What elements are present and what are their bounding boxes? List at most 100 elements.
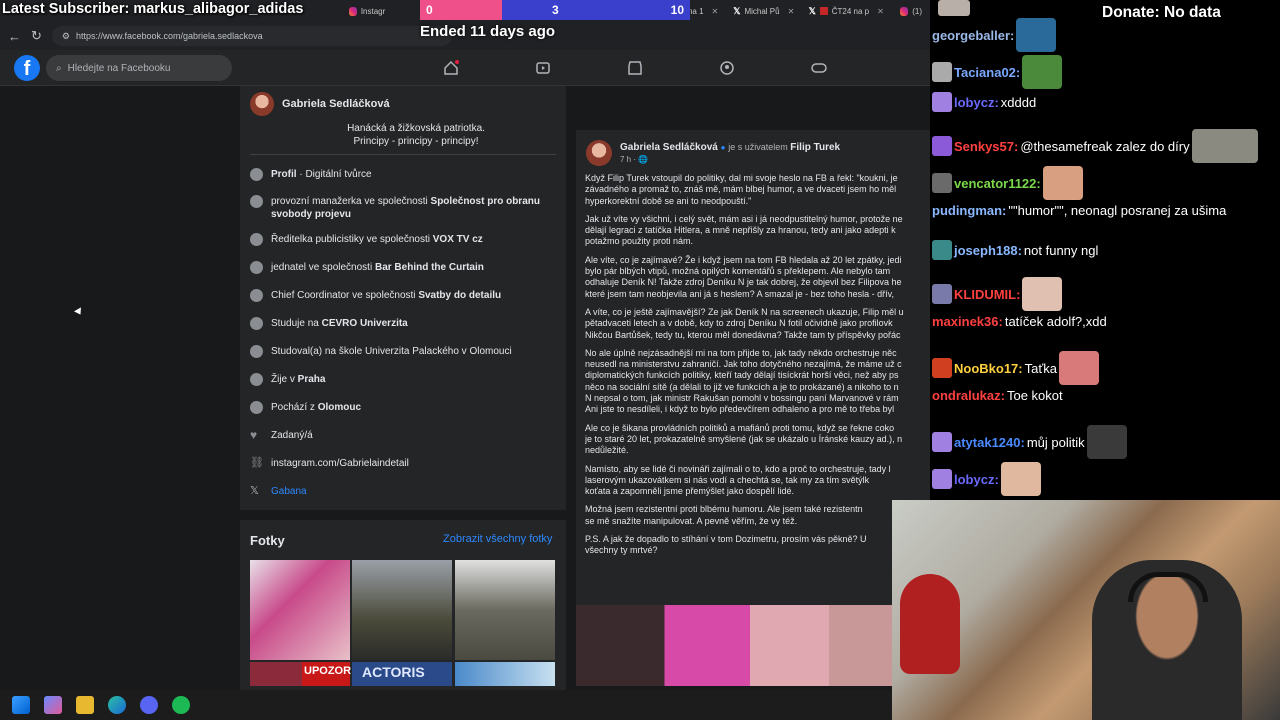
avatar[interactable] xyxy=(250,92,274,116)
browser-tab[interactable]: Instagr xyxy=(341,0,393,22)
chat-emote xyxy=(1058,351,1099,385)
post-line: Ale co je šikana provládních politiků a … xyxy=(585,422,895,433)
post-line: N nepsal o tom, jak ministr Rakušan pomo… xyxy=(585,393,899,404)
chat-username[interactable]: ondralukaz: xyxy=(932,388,1005,403)
intro-bold[interactable]: CEVRO Univerzita xyxy=(322,318,408,329)
post-line: A víte, co je ještě zajímavější? Ze jak … xyxy=(585,306,904,317)
chat-text: můj politik xyxy=(1026,434,1085,450)
search-placeholder: Hledejte na Facebooku xyxy=(67,62,171,74)
photo-thumbnail[interactable] xyxy=(455,662,555,686)
photo-thumbnail[interactable] xyxy=(455,560,555,660)
instagram-icon xyxy=(899,6,909,16)
post-paragraph: A víte, co je ještě zajímavější? Ze jak … xyxy=(585,307,930,341)
post-paragraph: Ale co je šikana provládních politiků a … xyxy=(585,423,930,457)
intro-item-text: instagram.com/Gabrielaindetail xyxy=(271,457,409,470)
post-time[interactable]: 7 h · 🌐 xyxy=(620,155,840,164)
post-line: Nikčou Bartůšek, tedy tu, kterou měl don… xyxy=(585,329,901,340)
intro-bold[interactable]: Svatby do detailu xyxy=(418,290,501,301)
close-icon[interactable]: ✕ xyxy=(877,7,884,16)
chat-message: maxinek36: tatíček adolf?,xdd xyxy=(932,314,1107,329)
edge-icon[interactable] xyxy=(108,696,126,714)
photo-thumbnail[interactable] xyxy=(250,560,350,660)
browser-tab[interactable]: 𝕏 ČT24 na p ✕ xyxy=(801,0,892,22)
chat-username[interactable]: atytak1240: xyxy=(954,435,1025,450)
intro-bold[interactable]: VOX TV cz xyxy=(433,234,483,245)
vote-count-c: 10 xyxy=(670,3,684,17)
intro-text: Univerzita Palackého v Olomouci xyxy=(364,346,512,357)
photo-thumbnail[interactable]: ACTORIS xyxy=(352,662,452,686)
chat-username[interactable]: pudingman: xyxy=(932,203,1006,218)
intro-item[interactable]: 𝕏 Gabana xyxy=(250,485,550,498)
chat-message: lobycz: xdddd xyxy=(932,92,1036,112)
work-icon xyxy=(250,289,263,302)
chat-username[interactable]: NooBko17: xyxy=(954,361,1023,376)
intro-item[interactable]: ⛓ instagram.com/Gabrielaindetail xyxy=(250,457,550,470)
gaming-icon[interactable] xyxy=(809,58,829,78)
intro-item-text: Studoval(a) na škole Univerzita Palackéh… xyxy=(271,345,512,358)
profile-name[interactable]: Gabriela Sedláčková xyxy=(282,98,390,110)
chat-username[interactable]: vencator1122: xyxy=(954,176,1041,191)
chat-username[interactable]: Senkys57: xyxy=(954,139,1018,154)
chat-username[interactable]: Taciana02: xyxy=(954,65,1020,80)
work-icon xyxy=(250,195,263,208)
chat-username[interactable]: lobycz: xyxy=(954,95,999,110)
intro-bold[interactable]: Praha xyxy=(298,374,326,385)
close-icon[interactable]: ✕ xyxy=(788,7,795,16)
intro-item: Pochází z Olomouc xyxy=(250,401,550,414)
intro-text: Gabana xyxy=(271,486,307,497)
browser-tab[interactable]: 𝕏 Michal Pů ✕ xyxy=(725,0,800,22)
work-icon xyxy=(250,261,263,274)
chat-message: KLIDUMIL: xyxy=(932,277,1063,311)
see-all-photos-link[interactable]: Zobrazit všechny fotky xyxy=(443,533,552,545)
url-field[interactable]: ⚙ https://www.facebook.com/gabriela.sedl… xyxy=(51,26,452,46)
intro-item-text: Profil · Digitální tvůrce xyxy=(271,168,372,181)
chat-username[interactable]: joseph188: xyxy=(954,243,1022,258)
photo-thumbnail[interactable]: UPOZOR xyxy=(302,662,351,686)
post-line: No ale úplně nejzásadnější mi na tom při… xyxy=(585,347,897,358)
intro-text: provozní manažerka ve společnosti xyxy=(271,196,431,207)
post-with-text: je s uživatelem xyxy=(728,142,791,152)
chat-message: vencator1122: xyxy=(932,166,1083,200)
marketplace-icon[interactable] xyxy=(625,58,645,78)
file-explorer-icon[interactable] xyxy=(76,696,94,714)
post-image[interactable] xyxy=(576,605,892,686)
spotify-icon[interactable] xyxy=(172,696,190,714)
post-paragraph: No ale úplně nejzásadnější mi na tom při… xyxy=(585,348,930,416)
intro-item: Studuje na CEVRO Univerzita xyxy=(250,317,550,330)
browser-tab[interactable]: (1) xyxy=(892,0,930,22)
profile-header[interactable]: Gabriela Sedláčková xyxy=(250,92,390,116)
school-icon xyxy=(250,317,263,330)
discord-icon[interactable] xyxy=(140,696,158,714)
post-tagged-user[interactable]: Filip Turek xyxy=(790,142,840,153)
intro-bold[interactable]: Profil xyxy=(271,169,297,180)
bio-line: Principy - principy - principy! xyxy=(353,136,479,147)
post-line: bylo pár blbých vtipů, možná opilých kom… xyxy=(585,266,891,277)
site-info-icon[interactable]: ⚙ xyxy=(62,31,70,42)
chat-username[interactable]: maxinek36: xyxy=(932,314,1003,329)
chat-username[interactable]: lobycz: xyxy=(954,472,999,487)
reload-icon[interactable]: ↻ xyxy=(31,28,42,44)
back-icon[interactable]: ← xyxy=(8,29,21,44)
windows-start-icon[interactable] xyxy=(12,696,30,714)
post-line: nedůležité. xyxy=(585,445,629,456)
chat-username[interactable]: georgeballer: xyxy=(932,28,1014,43)
groups-icon[interactable] xyxy=(717,58,737,78)
post-line: laserovým ukazovátkem si nás vodí a chec… xyxy=(585,474,870,485)
post-line: něco na sociální sítě (a dělali to již v… xyxy=(585,381,899,392)
facebook-logo-icon[interactable]: f xyxy=(14,55,40,81)
copilot-icon[interactable] xyxy=(44,696,62,714)
intro-bold[interactable]: Olomouc xyxy=(318,402,361,413)
avatar[interactable] xyxy=(586,140,612,166)
search-input[interactable]: ⌕ Hledejte na Facebooku xyxy=(46,55,232,81)
intro-bold[interactable]: Bar Behind the Curtain xyxy=(375,262,484,273)
x-icon: 𝕏 xyxy=(733,5,741,16)
chat-username[interactable]: KLIDUMIL: xyxy=(954,287,1020,302)
video-icon[interactable] xyxy=(533,58,553,78)
school-icon xyxy=(250,345,263,358)
home-icon[interactable] xyxy=(441,58,461,78)
post-author[interactable]: Gabriela Sedláčková xyxy=(620,142,718,153)
post-paragraph: Namísto, aby se lidé či novináři zajímal… xyxy=(585,464,930,498)
close-icon[interactable]: ✕ xyxy=(712,7,719,16)
photo-thumbnail[interactable] xyxy=(352,560,452,660)
chat-message: NooBko17: Taťka xyxy=(932,351,1099,385)
